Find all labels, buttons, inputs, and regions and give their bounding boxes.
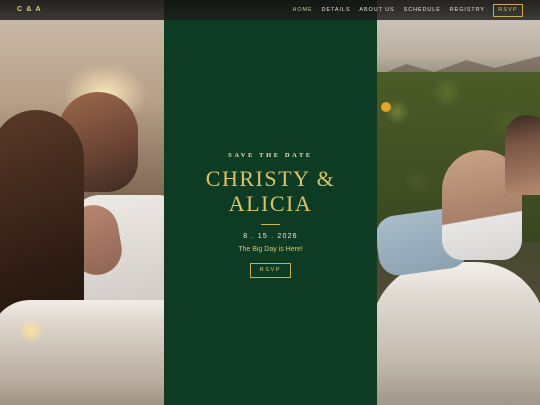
photo-lens-flare xyxy=(18,318,44,344)
couple-names: CHRISTY & ALICIA xyxy=(164,166,377,216)
nav-item-registry[interactable]: REGISTRY xyxy=(450,7,485,13)
nav-menu: HOME DETAILS ABOUT US SCHEDULE REGISTRY xyxy=(292,7,485,13)
save-the-date-heading: SAVE THE DATE xyxy=(228,152,313,159)
photo-sunflower xyxy=(381,102,391,112)
nav-item-details[interactable]: DETAILS xyxy=(322,7,351,13)
photo-figure xyxy=(505,115,540,195)
couple-names-line2: ALICIA xyxy=(228,191,313,216)
couple-names-line1: CHRISTY & xyxy=(205,166,336,191)
nav-item-schedule[interactable]: SCHEDULE xyxy=(404,7,441,13)
hero-photo-right xyxy=(377,0,540,405)
divider xyxy=(261,224,280,225)
hero-photo-left xyxy=(0,0,164,405)
wedding-date: 8 . 15 . 2026 xyxy=(243,233,298,240)
save-the-date-panel: SAVE THE DATE CHRISTY & ALICIA 8 . 15 . … xyxy=(164,0,377,405)
tagline: The Big Day is Here! xyxy=(238,246,303,253)
rsvp-button[interactable]: RSVP xyxy=(250,263,291,278)
site-logo[interactable]: C & A xyxy=(17,6,42,13)
nav-item-home[interactable]: HOME xyxy=(292,7,312,13)
photo-bathtub xyxy=(0,300,164,405)
nav-item-about-us[interactable]: ABOUT US xyxy=(359,7,394,13)
top-nav: C & A HOME DETAILS ABOUT US SCHEDULE REG… xyxy=(0,0,540,20)
photo-bathtub xyxy=(377,262,540,405)
nav-rsvp-button[interactable]: RSVP xyxy=(493,4,523,17)
